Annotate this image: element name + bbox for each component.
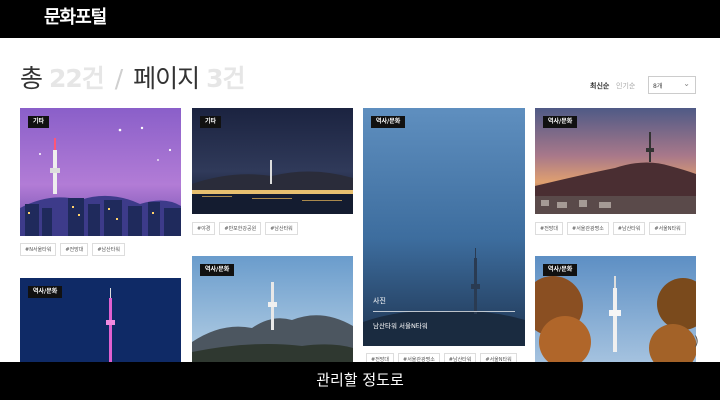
hashtag[interactable]: #서울관광명소 <box>398 353 440 362</box>
chevron-down-icon: ⌄ <box>683 79 690 88</box>
gallery-card[interactable]: 역사/문화 <box>535 256 696 362</box>
count-divider: / <box>114 64 124 93</box>
gallery-card[interactable]: 역사/문화 <box>535 108 696 214</box>
hashtag[interactable]: #서울관광명소 <box>567 222 609 235</box>
site-logo[interactable]: 문화포털 <box>44 3 107 33</box>
hashtag[interactable]: #반포한강공원 <box>219 222 262 235</box>
hashtag[interactable]: #남산타워 <box>443 353 477 362</box>
title-divider <box>373 311 515 312</box>
hashtag[interactable]: #야경 <box>192 222 216 235</box>
category-badge: 기타 <box>28 116 50 128</box>
result-count: 총 22건 / 페이지 3건 <box>20 64 245 94</box>
hashtag[interactable]: #서울N타워 <box>649 222 686 235</box>
hashtag[interactable]: #N서울타워 <box>20 243 57 256</box>
gallery-page: 총 22건 / 페이지 3건 최신순 인기순 8개 ⌄ 기타 #N서울타워 #전… <box>0 38 720 362</box>
gallery-card[interactable]: 역사/문화 사진 남산타워 서울N타워 <box>363 108 525 346</box>
hashtag[interactable]: #남산타워 <box>92 243 125 256</box>
top-bar: 문화포털 <box>0 0 720 38</box>
tag-list: #N서울타워 #전망대 #남산타워 <box>20 243 125 256</box>
hashtag[interactable]: #전망대 <box>535 222 563 235</box>
hashtag[interactable]: #남산타워 <box>265 222 298 235</box>
hashtag[interactable]: #전망대 <box>60 243 89 256</box>
hashtag[interactable]: #서울N타워 <box>480 353 517 362</box>
category-badge: 역사/문화 <box>200 264 235 276</box>
category-badge: 역사/문화 <box>543 264 578 276</box>
tag-list: #야경 #반포한강공원 #남산타워 <box>192 222 298 235</box>
card-subtitle: 남산타워 서울N타워 <box>373 322 428 330</box>
corner-glyph: ) <box>694 334 699 348</box>
caption-bar: 관리할 정도로 <box>0 362 720 400</box>
card-title: 사진 <box>373 297 386 305</box>
video-caption: 관리할 정도로 <box>316 371 404 389</box>
sort-latest-button[interactable]: 최신순 <box>590 81 609 91</box>
gallery-card[interactable]: 역사/문화 <box>192 256 353 362</box>
page-label: 페이지 <box>133 64 200 93</box>
tag-list: #전망대 #서울관광명소 #남산타워 #서울N타워 <box>366 353 517 362</box>
total-prefix: 총 <box>20 64 43 93</box>
hashtag[interactable]: #전망대 <box>366 353 394 362</box>
hashtag[interactable]: #남산타워 <box>612 222 646 235</box>
page-size-select[interactable]: 8개 ⌄ <box>648 76 696 94</box>
tag-list: #전망대 #서울관광명소 #남산타워 #서울N타워 <box>535 222 686 235</box>
gallery-card[interactable]: 기타 <box>20 108 181 236</box>
category-badge: 기타 <box>200 116 222 128</box>
sort-popular-button[interactable]: 인기순 <box>616 81 635 91</box>
total-count: 22건 <box>48 64 105 93</box>
gallery-card[interactable]: 기타 <box>192 108 353 214</box>
category-badge: 역사/문화 <box>543 116 578 128</box>
category-badge: 역사/문화 <box>28 286 63 298</box>
page-count: 3건 <box>206 64 245 93</box>
page-size-value: 8개 <box>653 83 663 90</box>
category-badge: 역사/문화 <box>371 116 406 128</box>
gallery-card[interactable]: 역사/문화 <box>20 278 181 362</box>
